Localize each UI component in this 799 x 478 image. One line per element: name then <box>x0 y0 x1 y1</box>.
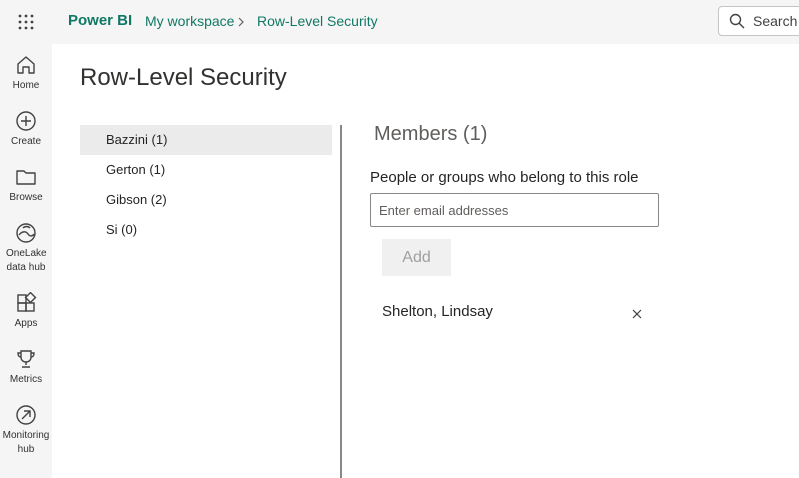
nav-label: Create <box>10 136 41 147</box>
nav-label: Monitoring hub <box>2 430 50 455</box>
nav-item-home[interactable]: Home <box>0 54 52 93</box>
top-bar: Power BI My workspace Row-Level Security… <box>0 0 799 44</box>
member-name: Shelton, Lindsay <box>382 303 493 320</box>
search-box[interactable]: Search <box>718 6 799 36</box>
members-field-label: People or groups who belong to this role <box>370 169 639 186</box>
create-icon <box>16 111 36 131</box>
breadcrumb-current[interactable]: Row-Level Security <box>257 13 378 29</box>
page-title: Row-Level Security <box>80 64 287 91</box>
nav-item-onelake[interactable]: OneLake data hub <box>0 222 52 275</box>
close-icon[interactable] <box>630 307 644 321</box>
members-title: Members (1) <box>374 123 488 145</box>
breadcrumb-workspace[interactable]: My workspace <box>145 13 234 29</box>
role-item[interactable]: Si (0) <box>80 215 332 245</box>
nav-label: Browse <box>9 192 43 203</box>
monitoring-icon <box>16 405 36 425</box>
brand-title[interactable]: Power BI <box>68 12 132 29</box>
nav-item-apps[interactable]: Apps <box>0 292 52 331</box>
member-row: Shelton, Lindsay <box>382 297 652 327</box>
onelake-icon <box>16 223 36 243</box>
apps-icon <box>17 292 37 312</box>
role-item[interactable]: Gibson (2) <box>80 185 332 215</box>
search-label: Search <box>753 13 798 29</box>
home-icon <box>17 56 35 74</box>
role-item[interactable]: Gerton (1) <box>80 155 332 185</box>
trophy-icon <box>17 350 35 368</box>
nav-label: Apps <box>14 318 38 329</box>
email-input[interactable] <box>370 193 659 227</box>
pane-divider <box>340 125 342 478</box>
browse-icon <box>16 170 36 185</box>
nav-label: Home <box>12 80 40 91</box>
add-button[interactable]: Add <box>382 239 451 276</box>
nav-item-browse[interactable]: Browse <box>0 166 52 205</box>
nav-item-create[interactable]: Create <box>0 110 52 149</box>
app-launcher-icon[interactable] <box>14 10 38 34</box>
left-nav: Home Create Browse OneLake data hub Apps <box>0 44 52 478</box>
chevron-right-icon <box>236 13 246 31</box>
nav-item-monitoring[interactable]: Monitoring hub <box>0 404 52 457</box>
roles-list: Bazzini (1) Gerton (1) Gibson (2) Si (0) <box>80 125 332 245</box>
role-item[interactable]: Bazzini (1) <box>80 125 332 155</box>
search-icon <box>729 13 745 29</box>
main-content: Row-Level Security Bazzini (1) Gerton (1… <box>60 44 799 478</box>
nav-label: OneLake data hub <box>6 248 47 273</box>
nav-item-metrics[interactable]: Metrics <box>0 348 52 387</box>
nav-label: Metrics <box>9 374 43 385</box>
